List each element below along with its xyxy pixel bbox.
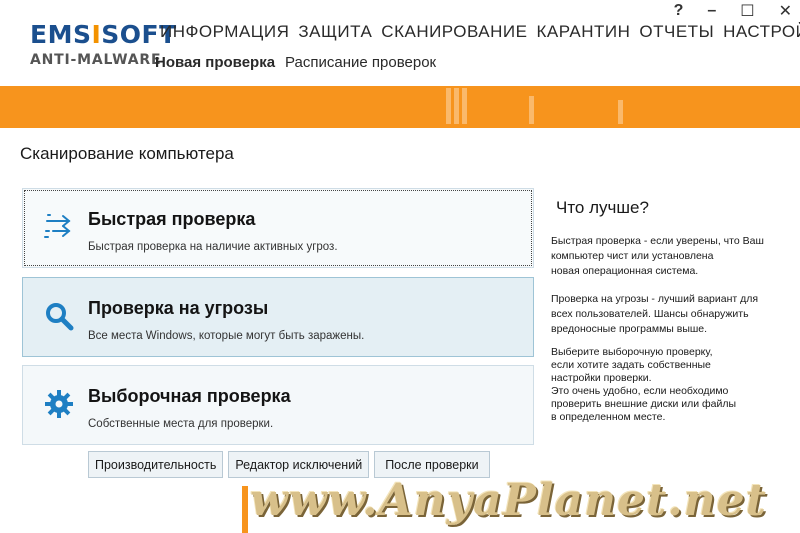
- band-bar-deco: [454, 88, 459, 124]
- card-title: Быстрая проверка: [88, 209, 256, 229]
- menu-protection[interactable]: ЗАЩИТА: [298, 22, 372, 42]
- logo-brand: EMSISOFT: [30, 22, 177, 48]
- info-line: вредоносные программы выше.: [551, 323, 708, 335]
- orange-accent-band: [0, 86, 800, 128]
- page-title: Сканирование компьютера: [20, 144, 234, 163]
- info-line: настройки проверки.: [551, 372, 652, 384]
- info-line: всех пользователей. Шансы обнаружить: [551, 308, 749, 320]
- window-controls: ? – ☐ ✕: [674, 1, 792, 21]
- info-line: новая операционная система.: [551, 265, 699, 277]
- info-line: Это очень удобно, если необходимо: [551, 385, 729, 397]
- tab-scan-schedule[interactable]: Расписание проверок: [285, 54, 436, 71]
- quick-scan-arrows-icon: [44, 214, 71, 238]
- band-bar-deco: [618, 100, 623, 124]
- logo-brand-i: I: [91, 20, 102, 49]
- menu-settings[interactable]: НАСТРОЙКИ: [723, 22, 800, 42]
- watermark-bar: [242, 486, 248, 533]
- sub-menu: Новая проверка Расписание проверок: [155, 54, 436, 71]
- performance-button[interactable]: Производительность: [88, 451, 224, 478]
- bottom-button-row: Производительность Редактор исключений П…: [88, 451, 490, 478]
- minimize-icon[interactable]: –: [707, 2, 716, 20]
- help-icon[interactable]: ?: [674, 2, 684, 20]
- card-title: Проверка на угрозы: [88, 298, 269, 318]
- header: EMSISOFT ANTI-MALWARE ? – ☐ ✕ ИНФОРМАЦИЯ…: [0, 0, 800, 86]
- close-icon[interactable]: ✕: [779, 1, 792, 21]
- info-paragraph-quick: Быстрая проверка - если уверены, что Ваш…: [551, 234, 764, 279]
- band-bar-deco: [446, 88, 451, 124]
- exclusions-editor-button[interactable]: Редактор исключений: [228, 451, 370, 478]
- card-description: Собственные места для проверки.: [88, 418, 274, 430]
- magnifier-icon: [46, 303, 74, 331]
- quick-scan-card[interactable]: Быстрая проверка Быстрая проверка на нал…: [22, 188, 534, 268]
- info-line: Выберите выборочную проверку,: [551, 346, 713, 358]
- card-description: Быстрая проверка на наличие активных угр…: [88, 241, 338, 253]
- info-line: в определенном месте.: [551, 411, 666, 423]
- band-bar-deco: [529, 96, 534, 124]
- info-line: Быстрая проверка - если уверены, что Ваш: [551, 235, 764, 247]
- info-line: проверить внешние диски или файлы: [551, 398, 737, 410]
- menu-scan[interactable]: СКАНИРОВАНИЕ: [381, 22, 527, 42]
- menu-reports[interactable]: ОТЧЕТЫ: [639, 22, 714, 42]
- info-paragraph-custom: Выберите выборочную проверку, если хотит…: [551, 346, 736, 424]
- card-title: Выборочная проверка: [88, 386, 291, 406]
- after-scan-button[interactable]: После проверки: [374, 451, 490, 478]
- threat-scan-card[interactable]: Проверка на угрозы Все места Windows, ко…: [22, 277, 534, 357]
- tab-new-scan[interactable]: Новая проверка: [155, 54, 275, 71]
- info-line: если хотите задать собственные: [551, 359, 711, 371]
- logo-brand-part1: EMS: [30, 20, 92, 49]
- gear-icon: [45, 390, 73, 418]
- main-menu: ИНФОРМАЦИЯ ЗАЩИТА СКАНИРОВАНИЕ КАРАНТИН …: [160, 22, 800, 42]
- maximize-icon[interactable]: ☐: [740, 1, 754, 21]
- info-title: Что лучше?: [556, 198, 649, 217]
- info-line: Проверка на угрозы - лучший вариант для: [551, 293, 759, 305]
- watermark-text: www.AnyaPlanet.net: [250, 475, 767, 526]
- info-paragraph-threat: Проверка на угрозы - лучший вариант для …: [551, 292, 758, 337]
- menu-quarantine[interactable]: КАРАНТИН: [536, 22, 630, 42]
- card-description: Все места Windows, которые могут быть за…: [88, 330, 365, 342]
- custom-scan-card[interactable]: Выборочная проверка Собственные места дл…: [22, 365, 534, 445]
- band-bar-deco: [462, 88, 467, 124]
- info-line: компьютер чист или установлена: [551, 250, 714, 262]
- menu-info[interactable]: ИНФОРМАЦИЯ: [160, 22, 289, 42]
